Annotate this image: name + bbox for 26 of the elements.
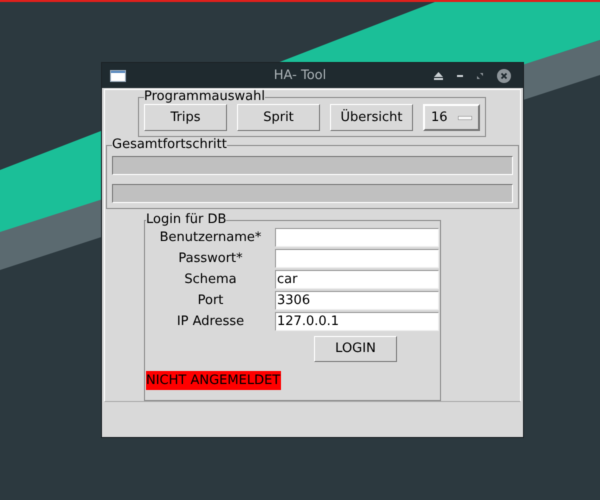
field-label: Benutzername* (158, 228, 262, 247)
number-dropdown[interactable]: 16 (423, 104, 480, 131)
group-title: Login für DB (146, 213, 226, 227)
program-button[interactable]: Sprit (237, 104, 320, 131)
login-button[interactable]: LOGIN (314, 336, 397, 362)
eject-icon[interactable] (434, 72, 443, 80)
input-field[interactable]: 127.0.0.1 (275, 312, 439, 331)
close-icon[interactable] (497, 68, 511, 82)
field-label: Port (196, 292, 224, 310)
field-label: Schema (183, 270, 238, 289)
field-label: Passwort* (177, 250, 244, 268)
group-title: Programmauswahl (144, 90, 265, 104)
minimize-icon[interactable] (457, 74, 463, 76)
input-field[interactable]: 3306 (275, 291, 439, 310)
program-button[interactable]: Übersicht (330, 104, 413, 131)
window-icon (110, 70, 126, 82)
group-title: Gesamtfortschritt (112, 138, 227, 152)
input-field[interactable] (275, 228, 439, 247)
field-label: IP Adresse (176, 312, 246, 331)
status-label: NICHT ANGEMELDET (146, 371, 282, 390)
dropdown-indicator-icon (458, 116, 472, 120)
window-title: HA- Tool (272, 66, 328, 85)
maximize-icon[interactable] (477, 72, 483, 78)
input-field[interactable]: car (275, 270, 439, 289)
input-field[interactable] (275, 249, 439, 268)
program-button[interactable]: Trips (144, 104, 227, 131)
